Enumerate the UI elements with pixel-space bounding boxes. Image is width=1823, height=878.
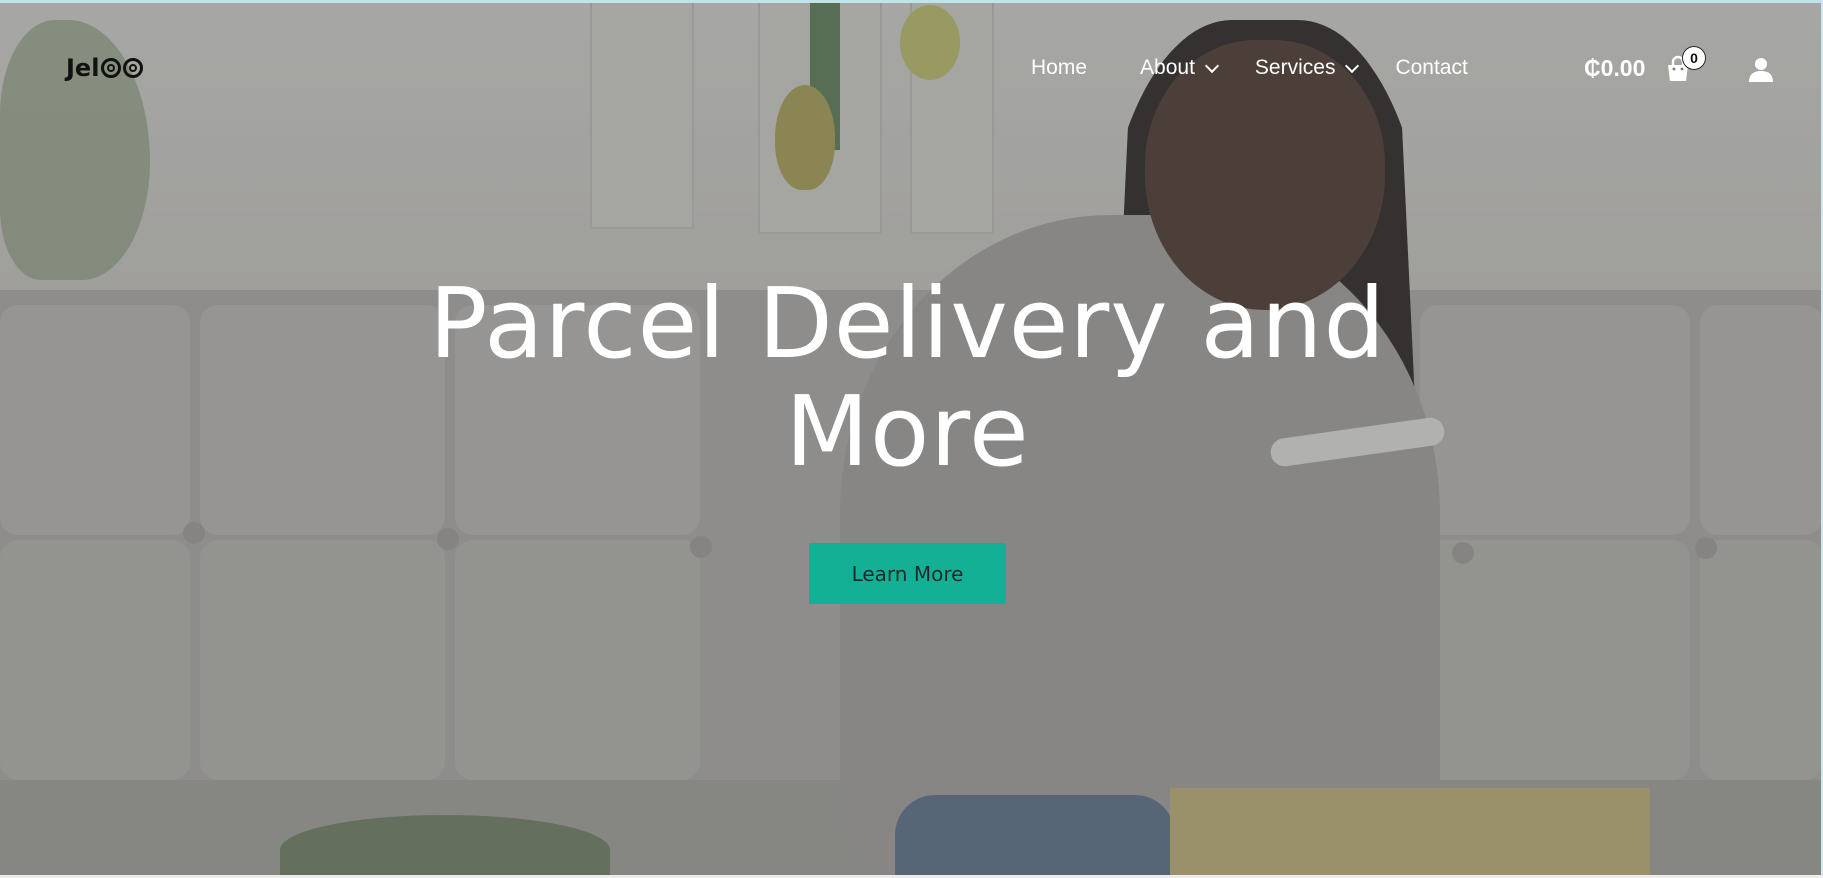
nav-home-label: Home — [1031, 56, 1088, 79]
main-navigation: Home About Services Contact — [1031, 53, 1468, 83]
chevron-down-icon — [1204, 58, 1219, 73]
site-header: Jel Home About Services Contact ₵0.00 0 — [0, 3, 1823, 133]
hero-title: Parcel Delivery and More — [428, 267, 1387, 488]
site-logo[interactable]: Jel — [66, 53, 162, 83]
user-icon[interactable] — [1748, 57, 1774, 83]
chevron-down-icon — [1345, 58, 1360, 73]
cart-count-badge: 0 — [1682, 46, 1706, 70]
cart-total[interactable]: ₵0.00 — [1584, 55, 1645, 82]
nav-about[interactable]: About — [1140, 56, 1219, 80]
nav-contact-label: Contact — [1395, 56, 1468, 79]
hero-section: Jel Home About Services Contact ₵0.00 0 … — [0, 0, 1823, 878]
nav-services[interactable]: Services — [1254, 56, 1360, 80]
nav-about-label: About — [1140, 56, 1195, 79]
logo-text: Jel — [66, 54, 100, 82]
nav-contact[interactable]: Contact — [1395, 56, 1467, 80]
nav-home[interactable]: Home — [1031, 56, 1087, 80]
learn-more-button[interactable]: Learn More — [809, 543, 1006, 604]
nav-services-label: Services — [1254, 56, 1336, 79]
logo-wheel-icon — [101, 58, 122, 78]
logo-wheel-icon — [123, 58, 144, 78]
